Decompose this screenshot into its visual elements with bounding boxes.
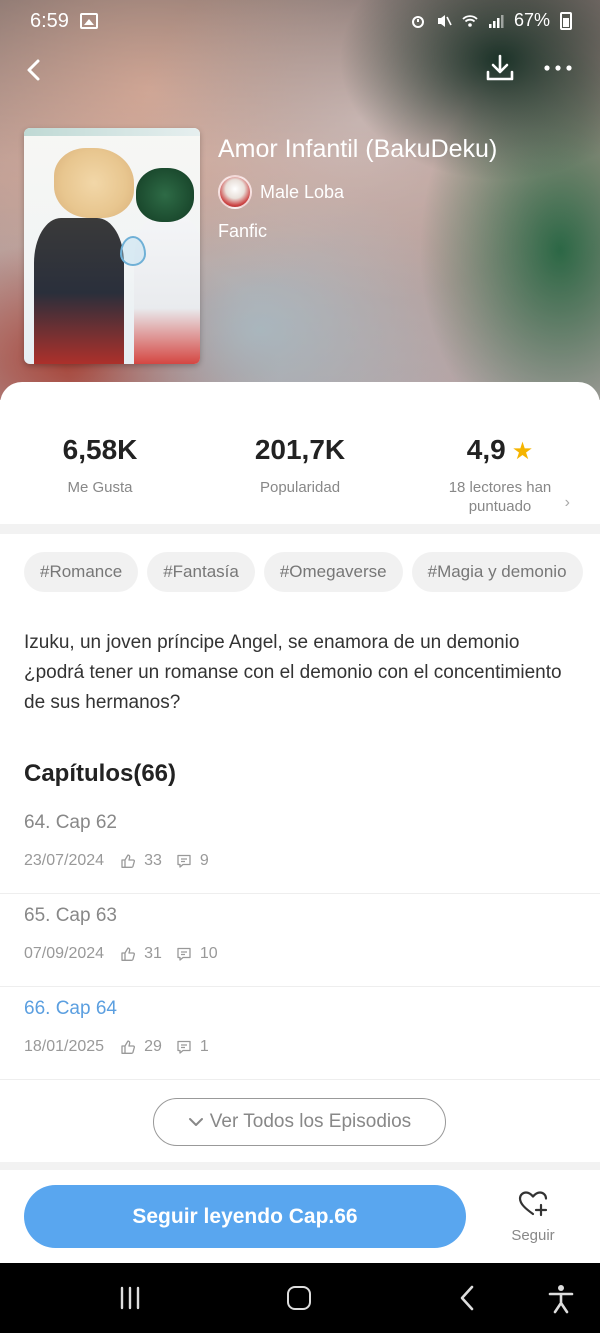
chapter-name[interactable]: 64. Cap 62 xyxy=(24,812,117,834)
comment-icon xyxy=(177,947,191,961)
stat-likes: 6,58K Me Gusta xyxy=(0,434,200,497)
stats-row: 6,58K Me Gusta 201,7K Popularidad 4,9 ★ 1… xyxy=(0,434,600,524)
author-avatar[interactable] xyxy=(218,175,252,209)
accessibility-icon[interactable] xyxy=(546,1283,576,1315)
author-link[interactable]: Male Loba xyxy=(218,175,344,209)
divider xyxy=(0,1162,600,1170)
chapter-likes: 31 xyxy=(144,945,162,962)
follow-label: Seguir xyxy=(511,1227,555,1244)
chapter-meta: 18/01/2025 29 1 xyxy=(24,1038,209,1056)
stat-rating-label: 18 lectores han puntuado xyxy=(448,479,552,515)
chapter-row[interactable]: 65. Cap 63 07/09/2024 31 10 xyxy=(0,895,600,987)
chapter-meta: 23/07/2024 33 9 xyxy=(24,852,209,870)
stat-likes-label: Me Gusta xyxy=(67,479,133,496)
chapter-meta: 07/09/2024 31 10 xyxy=(24,945,218,963)
top-bar xyxy=(0,48,600,92)
book-details-card: 6,58K Me Gusta 201,7K Popularidad 4,9 ★ 1… xyxy=(0,382,600,1333)
status-bar: 6:59 67% xyxy=(0,0,600,44)
battery-percent: 67% xyxy=(513,10,550,30)
stat-rating-value: 4,9 xyxy=(466,434,506,465)
comment-icon xyxy=(177,1040,191,1054)
tag-chip[interactable]: #Romance xyxy=(24,552,139,592)
book-cover xyxy=(24,128,200,364)
comment-icon xyxy=(177,854,191,868)
status-time: 6:59 xyxy=(30,10,69,32)
system-back-icon[interactable] xyxy=(454,1283,482,1313)
like-icon xyxy=(121,1040,136,1054)
stat-likes-value: 6,58K xyxy=(62,434,138,465)
author-name[interactable]: Male Loba xyxy=(260,182,344,203)
download-icon[interactable] xyxy=(482,50,518,86)
chapter-likes: 33 xyxy=(144,852,162,869)
chapters-heading: Capítulos(66) xyxy=(24,760,177,787)
home-icon[interactable] xyxy=(287,1286,311,1310)
chevron-down-icon xyxy=(188,1117,203,1126)
chapter-comments: 10 xyxy=(199,945,218,962)
chapter-name[interactable]: 65. Cap 63 xyxy=(24,905,117,927)
chapter-comments: 1 xyxy=(199,1038,209,1055)
stat-rating[interactable]: 4,9 ★ 18 lectores han puntuado › xyxy=(400,434,600,516)
book-genre: Fanfic xyxy=(218,221,268,241)
tag-list: #Romance #Fantasía #Omegaverse #Magia y dem… xyxy=(24,552,600,596)
wifi-icon xyxy=(462,14,478,27)
more-icon[interactable] xyxy=(540,50,576,86)
recent-apps-icon[interactable] xyxy=(116,1285,144,1311)
signal-icon xyxy=(488,14,504,28)
like-icon xyxy=(121,854,136,868)
continue-reading-button[interactable]: Seguir leyendo Cap.66 xyxy=(24,1185,466,1248)
chapter-comments: 9 xyxy=(199,852,209,869)
view-all-label: Ver Todos los Episodios xyxy=(209,1111,412,1132)
tag-chip[interactable]: #Omegaverse xyxy=(263,552,403,592)
stat-popularity-label: Popularidad xyxy=(259,479,341,496)
heart-plus-icon xyxy=(518,1191,548,1217)
divider xyxy=(0,524,600,534)
follow-button[interactable]: Seguir xyxy=(498,1188,568,1244)
alarm-icon xyxy=(411,15,424,28)
chevron-right-icon: › xyxy=(564,494,570,511)
chapter-date: 18/01/2025 xyxy=(24,1038,105,1055)
like-icon xyxy=(121,947,136,961)
chapter-date: 23/07/2024 xyxy=(24,852,105,869)
chapter-row[interactable]: 64. Cap 62 23/07/2024 33 9 xyxy=(0,802,600,894)
stat-popularity: 201,7K Popularidad xyxy=(200,434,400,497)
mute-icon xyxy=(437,14,452,27)
gallery-notification-icon xyxy=(80,13,98,29)
tag-chip[interactable]: #Fantasía xyxy=(147,552,255,592)
battery-icon xyxy=(560,11,572,30)
book-title: Amor Infantil (BakuDeku) xyxy=(218,135,498,163)
chapter-likes: 29 xyxy=(144,1038,162,1055)
chapter-row[interactable]: 66. Cap 64 18/01/2025 29 1 xyxy=(0,988,600,1080)
chapter-name[interactable]: 66. Cap 64 xyxy=(24,998,117,1020)
system-nav-bar xyxy=(0,1263,600,1333)
book-description: Izuku, un joven príncipe Angel, se enamo… xyxy=(24,632,562,713)
chapter-date: 07/09/2024 xyxy=(24,945,105,962)
star-icon: ★ xyxy=(511,438,534,465)
stat-popularity-value: 201,7K xyxy=(254,434,346,465)
view-all-episodes-button[interactable]: Ver Todos los Episodios xyxy=(153,1098,446,1146)
back-icon[interactable] xyxy=(18,52,54,88)
status-icons: 67% xyxy=(410,10,572,31)
tag-chip[interactable]: #Magia y demonio xyxy=(411,552,583,592)
